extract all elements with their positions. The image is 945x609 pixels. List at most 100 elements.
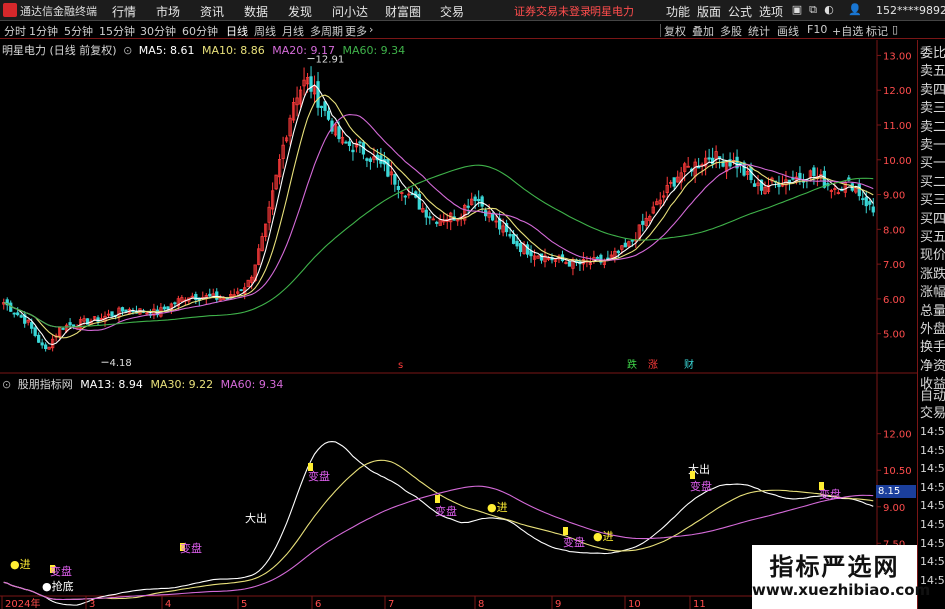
candle-body (61, 328, 65, 330)
user-account[interactable]: 152****9892 (876, 4, 945, 17)
toolbar-stats[interactable]: 统计 (748, 23, 770, 39)
period-monthly[interactable]: 月线 (282, 23, 304, 39)
candle-body (525, 244, 530, 255)
current-stock-name: 明星电力 (590, 5, 634, 18)
indicator-lines (3, 441, 874, 606)
candle-body (812, 167, 816, 177)
toolbar-collapse-icon[interactable]: ▯ (892, 23, 898, 36)
menu-layout[interactable]: 版面 (697, 3, 721, 20)
menu-options[interactable]: 选项 (759, 3, 783, 20)
period-multi[interactable]: 多周期 (310, 23, 343, 39)
skin-icon[interactable]: ▣ (790, 3, 804, 17)
candle-body (239, 289, 243, 292)
menu-trade[interactable]: 交易 (440, 3, 464, 20)
quote-field-10[interactable]: 买五 (920, 226, 945, 245)
app-logo-icon (3, 3, 17, 17)
ind-tick-label: 12.00 (883, 430, 912, 441)
candle-body (630, 239, 634, 242)
menu-wealth-circle[interactable]: 财富圈 (385, 3, 421, 20)
period-1min[interactable]: 1分钟 (29, 23, 58, 39)
candle-body (473, 196, 477, 202)
restore-icon[interactable]: ⧉ (806, 3, 820, 17)
toolbar-adjust[interactable]: 复权 (664, 23, 686, 39)
candle-body (225, 297, 229, 300)
period-5min[interactable]: 5分钟 (64, 23, 93, 39)
candle-body (68, 322, 72, 326)
quote-field-15[interactable]: 外盘 (920, 318, 945, 337)
period-more[interactable]: 更多 (345, 23, 367, 39)
candle-body (316, 81, 320, 108)
quote-field-8[interactable]: 买三 (920, 189, 945, 208)
help-icon[interactable]: ◐ (822, 3, 836, 17)
quote-field-7[interactable]: 买二 (920, 171, 945, 190)
candle-body (323, 101, 327, 111)
candle-body (403, 195, 407, 198)
menu-formula[interactable]: 公式 (728, 3, 752, 20)
ind-tick-label: 10.50 (883, 466, 912, 477)
toolbar-mark[interactable]: 标记 (866, 23, 888, 39)
candle-body (857, 183, 861, 197)
period-30min[interactable]: 30分钟 (140, 23, 176, 39)
menu-market[interactable]: 市场 (156, 3, 180, 20)
ind-ma13-line (3, 441, 874, 606)
price-tick-label: 7.00 (883, 260, 905, 271)
candle-body (871, 206, 875, 213)
change-label: 变盘 (690, 479, 712, 493)
trade-login-warning[interactable]: 证券交易未登录 (514, 3, 591, 19)
candle-body (337, 126, 341, 140)
candle-body (393, 173, 397, 185)
candle-body (623, 242, 627, 248)
event-mark: s (398, 360, 403, 371)
bottom-label: ●抢底 (42, 579, 74, 593)
toolbar-multi-stock[interactable]: 多股 (720, 23, 742, 39)
change-label: 变盘 (180, 541, 202, 555)
toolbar-add-watchlist[interactable]: +自选 (832, 23, 863, 39)
quote-field-6[interactable]: 买一 (920, 152, 945, 171)
chevron-right-icon[interactable]: › (369, 23, 373, 36)
quote-field-14[interactable]: 总量 (920, 300, 945, 319)
quote-field-3[interactable]: 卖三 (920, 97, 945, 116)
quote-field-12[interactable]: 涨跌 (920, 263, 945, 282)
candle-body (16, 312, 20, 316)
toolbar-overlay[interactable]: 叠加 (692, 23, 714, 39)
quote-field-1[interactable]: 卖五 (920, 60, 945, 79)
menu-data[interactable]: 数据 (244, 3, 268, 20)
user-icon[interactable]: 👤 (848, 3, 862, 17)
quote-field-11[interactable]: 现价 (920, 244, 945, 263)
menu-discover[interactable]: 发现 (288, 3, 312, 20)
period-intraday[interactable]: 分时 (4, 23, 26, 39)
candle-body (124, 309, 128, 313)
toolbar-draw[interactable]: 画线 (777, 23, 799, 39)
menu-ask-xiaoda[interactable]: 问小达 (332, 3, 368, 20)
menu-functions[interactable]: 功能 (666, 3, 690, 20)
quote-field-17[interactable]: 净资 (920, 355, 945, 374)
candle-body (477, 198, 481, 202)
candle-body (368, 158, 373, 162)
price-tick-label: 5.00 (883, 330, 905, 341)
kline-chart[interactable]: 13.00 12.00 11.00 10.00 9.00 8.00 7.00 6.00 5.00… (0, 40, 917, 609)
toolbar-divider (660, 24, 661, 37)
big-out-label: 大出 (245, 511, 267, 525)
quote-field-9[interactable]: 买四 (920, 208, 945, 227)
ma20-line (3, 113, 874, 332)
period-60min[interactable]: 60分钟 (182, 23, 218, 39)
menu-news[interactable]: 资讯 (200, 3, 224, 20)
quote-field-16[interactable]: 换手 (920, 336, 945, 355)
quote-field-4[interactable]: 卖二 (920, 116, 945, 135)
candle-body (12, 312, 16, 315)
candle-body (347, 141, 352, 147)
auto-trade-1[interactable]: 交易 (920, 402, 945, 421)
price-tick-label: 11.00 (883, 121, 912, 132)
candle-body (173, 302, 177, 305)
quote-field-2[interactable]: 卖四 (920, 79, 945, 98)
menu-market-quotes[interactable]: 行情 (112, 3, 136, 20)
quote-field-0[interactable]: 委比 (920, 42, 945, 61)
watermark-logo: 指标严选网 www.xuezhibiao.com (752, 545, 930, 609)
period-15min[interactable]: 15分钟 (99, 23, 135, 39)
period-daily[interactable]: 日线 (226, 23, 248, 39)
quote-field-5[interactable]: 卖一 (920, 134, 945, 153)
quote-field-13[interactable]: 涨幅 (920, 281, 945, 300)
period-weekly[interactable]: 周线 (254, 23, 276, 39)
toolbar-f10[interactable]: F10 (807, 23, 827, 36)
price-tick-label: 13.00 (883, 51, 912, 62)
